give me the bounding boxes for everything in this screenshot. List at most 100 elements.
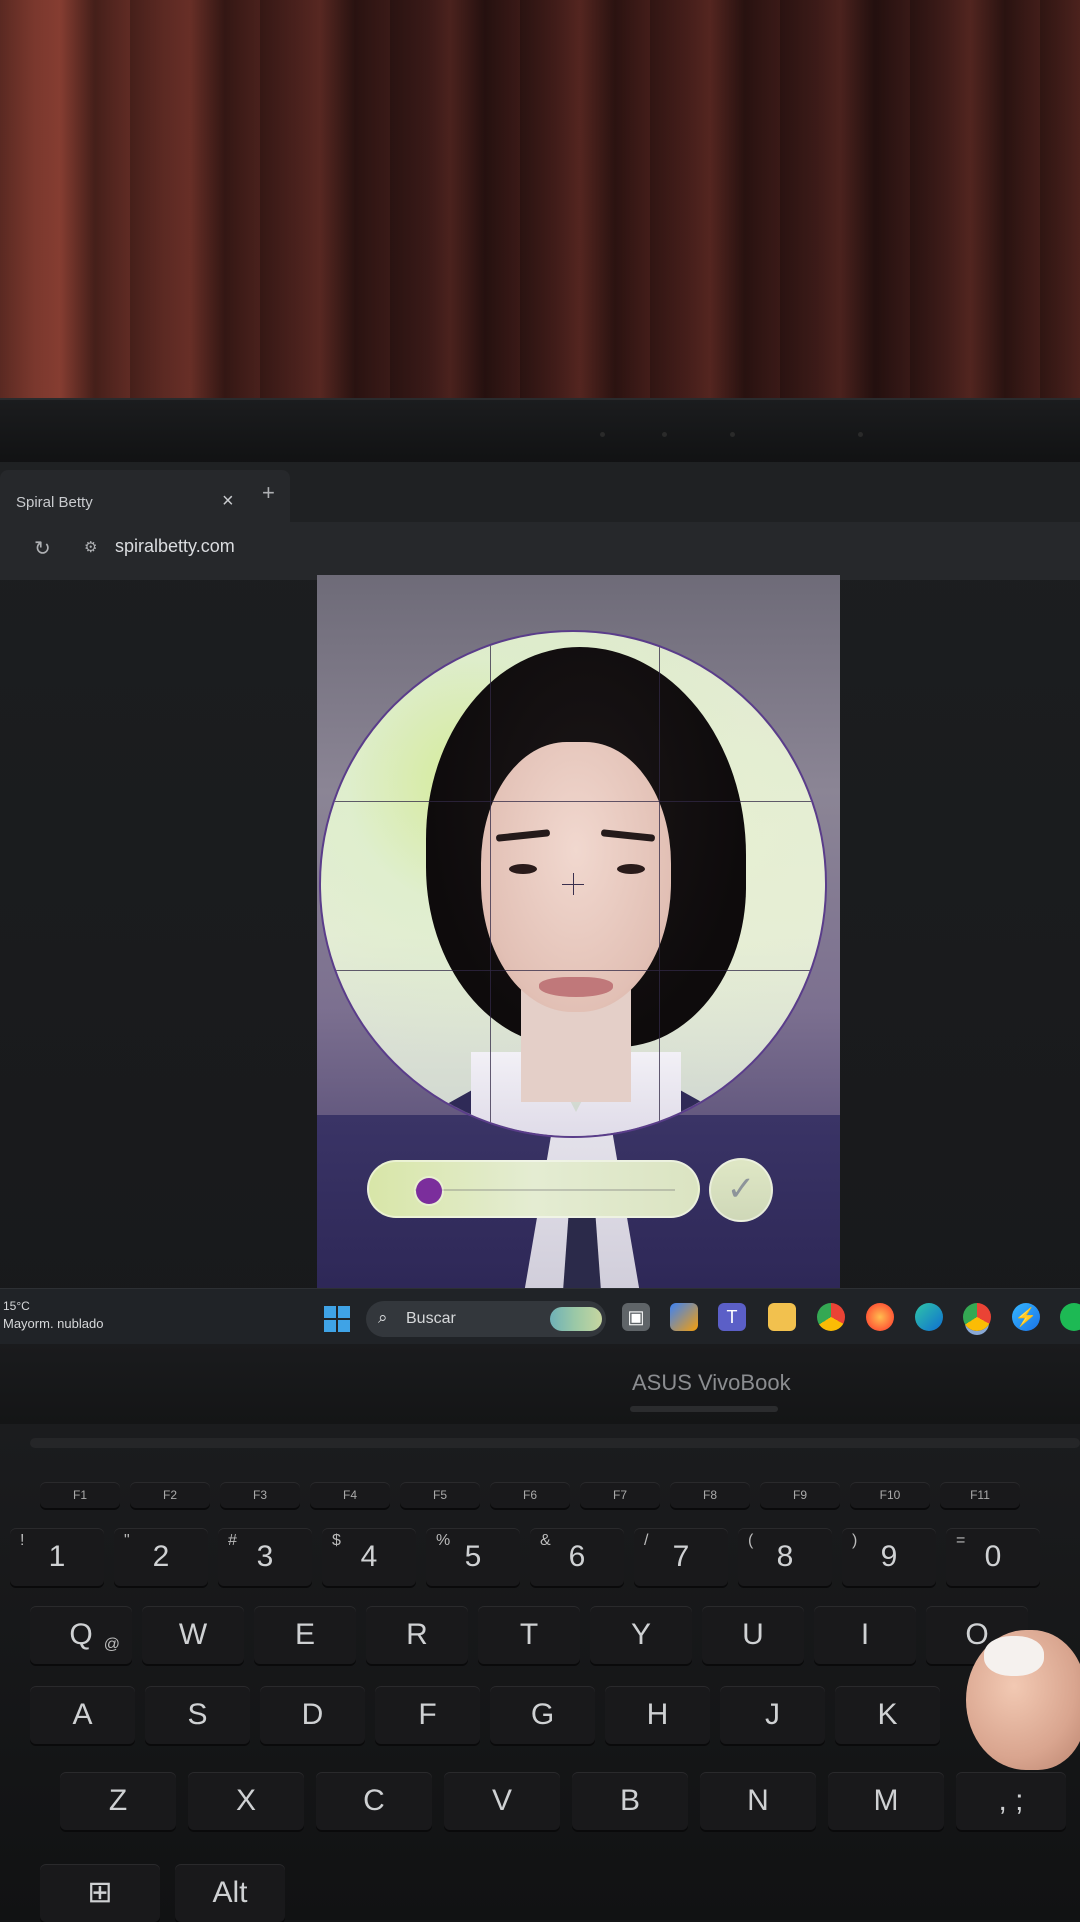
letter-key[interactable]: J [720, 1686, 825, 1744]
zoom-slider-thumb[interactable] [416, 1178, 442, 1204]
keyboard-deck-edge [30, 1438, 1080, 1448]
shift-symbol: " [124, 1532, 130, 1549]
fingernail [984, 1636, 1044, 1676]
confirm-check-button[interactable]: ✓ [709, 1158, 773, 1222]
letter-key[interactable]: K [835, 1686, 940, 1744]
copilot-icon[interactable] [670, 1303, 698, 1331]
letter-key[interactable]: Q @ [30, 1606, 132, 1664]
shift-symbol: ) [852, 1532, 858, 1549]
weather-widget[interactable]: 15°C Mayorm. nublado [3, 1297, 103, 1333]
letter-key[interactable]: H [605, 1686, 710, 1744]
firefox-icon[interactable] [866, 1303, 894, 1331]
shift-symbol: ( [748, 1532, 754, 1549]
spotify-icon[interactable] [1060, 1303, 1080, 1331]
number-key[interactable]: 7/ [634, 1528, 728, 1586]
letter-key[interactable]: B [572, 1772, 688, 1830]
shift-symbol: ! [20, 1532, 25, 1549]
windows-start-icon[interactable] [324, 1306, 350, 1332]
letter-key[interactable]: R [366, 1606, 468, 1664]
weather-condition: Mayorm. nublado [3, 1316, 104, 1331]
crop-circle[interactable] [319, 630, 827, 1138]
address-bar: ↻ ⚙ spiralbetty.com [0, 522, 1080, 580]
letter-key[interactable]: V [444, 1772, 560, 1830]
tune-icon[interactable]: ⚙ [84, 538, 97, 556]
number-key[interactable]: 3 # [218, 1528, 312, 1586]
file-explorer-icon[interactable] [768, 1303, 796, 1331]
photo-eye [509, 864, 537, 874]
letter-key[interactable]: C [316, 1772, 432, 1830]
zoom-slider[interactable] [367, 1160, 700, 1218]
letter-key[interactable]: M [828, 1772, 944, 1830]
laptop-keyboard: F1 F2 F3 F4 F5 F6 F7 F8 F9 F10 F11 1! 2 " 3 #4 $5% 6 & 7/8(… [0, 1424, 1080, 1922]
shift-symbol: & [540, 1532, 551, 1549]
photo-lips [539, 977, 613, 997]
new-tab-icon[interactable]: + [262, 480, 275, 506]
function-key[interactable]: F9 [760, 1482, 840, 1508]
function-key[interactable]: F2 [130, 1482, 210, 1508]
weather-temperature: 15°C [3, 1299, 30, 1313]
function-key[interactable]: F7 [580, 1482, 660, 1508]
letter-key[interactable]: Z [60, 1772, 176, 1830]
crop-grid-line [659, 632, 660, 1136]
photo-crop-editor: ✓ [317, 575, 840, 1295]
letter-key[interactable]: X [188, 1772, 304, 1830]
webcam-sensor [662, 432, 667, 437]
windows-key[interactable]: ⊞ [40, 1864, 160, 1922]
search-highlight-image [550, 1307, 602, 1331]
shift-symbol: $ [332, 1532, 341, 1549]
letter-key[interactable]: U [702, 1606, 804, 1664]
crop-grid-line [490, 632, 491, 1136]
letter-key[interactable]: G [490, 1686, 595, 1744]
letter-key[interactable]: Y [590, 1606, 692, 1664]
function-key[interactable]: F10 [850, 1482, 930, 1508]
letter-key[interactable]: S [145, 1686, 250, 1744]
punctuation-key[interactable]: , ; [956, 1772, 1066, 1830]
number-key[interactable]: 4 $ [322, 1528, 416, 1586]
search-placeholder: Buscar [406, 1310, 456, 1327]
laptop-top-bezel [0, 398, 1080, 470]
letter-key[interactable]: W [142, 1606, 244, 1664]
letter-key[interactable]: N [700, 1772, 816, 1830]
function-key[interactable]: F11 [940, 1482, 1020, 1508]
browser-tab[interactable]: Spiral Betty × [0, 470, 290, 522]
shift-symbol: % [436, 1532, 451, 1549]
crop-center-crosshair [573, 873, 574, 895]
chrome-profile-icon[interactable] [963, 1303, 991, 1331]
chrome-icon[interactable] [817, 1303, 845, 1331]
number-key[interactable]: 5% [426, 1528, 520, 1586]
letter-key[interactable]: E [254, 1606, 356, 1664]
url-field[interactable]: spiralbetty.com [115, 536, 235, 557]
number-key[interactable]: 1! [10, 1528, 104, 1586]
edge-icon[interactable] [915, 1303, 943, 1331]
function-key[interactable]: F1 [40, 1482, 120, 1508]
function-key[interactable]: F8 [670, 1482, 750, 1508]
number-key[interactable]: 2 " [114, 1528, 208, 1586]
tab-close-icon[interactable]: × [222, 490, 234, 513]
number-key[interactable]: 6 & [530, 1528, 624, 1586]
webcam-sensor [858, 432, 863, 437]
teams-icon[interactable]: T [718, 1303, 746, 1331]
function-key[interactable]: F6 [490, 1482, 570, 1508]
letter-key[interactable]: I [814, 1606, 916, 1664]
task-view-icon[interactable]: ▣ [622, 1303, 650, 1331]
browser-tab-bar: Spiral Betty × + [0, 462, 1080, 522]
laptop-screen: Spiral Betty × + ↻ ⚙ spiralbetty.com ✓ 1… [0, 462, 1080, 1344]
alt-key[interactable]: Alt [175, 1864, 285, 1922]
letter-key[interactable]: D [260, 1686, 365, 1744]
letter-key[interactable]: A [30, 1686, 135, 1744]
letter-key[interactable]: T [478, 1606, 580, 1664]
function-key[interactable]: F5 [400, 1482, 480, 1508]
number-key[interactable]: 8( [738, 1528, 832, 1586]
number-key[interactable]: 0 = [946, 1528, 1040, 1586]
function-key[interactable]: F4 [310, 1482, 390, 1508]
number-key[interactable]: 9) [842, 1528, 936, 1586]
taskbar-search[interactable]: ⌕ Buscar [366, 1301, 606, 1337]
function-key[interactable]: F3 [220, 1482, 300, 1508]
letter-key[interactable]: F [375, 1686, 480, 1744]
windows-taskbar: 15°C Mayorm. nublado ⌕ Buscar ▣ T ⚡ [0, 1288, 1080, 1344]
messenger-icon[interactable]: ⚡ [1012, 1303, 1040, 1331]
shift-symbol: # [228, 1532, 237, 1549]
reload-icon[interactable]: ↻ [34, 536, 51, 561]
shift-symbol: = [956, 1532, 966, 1549]
webcam-lens [730, 432, 735, 437]
